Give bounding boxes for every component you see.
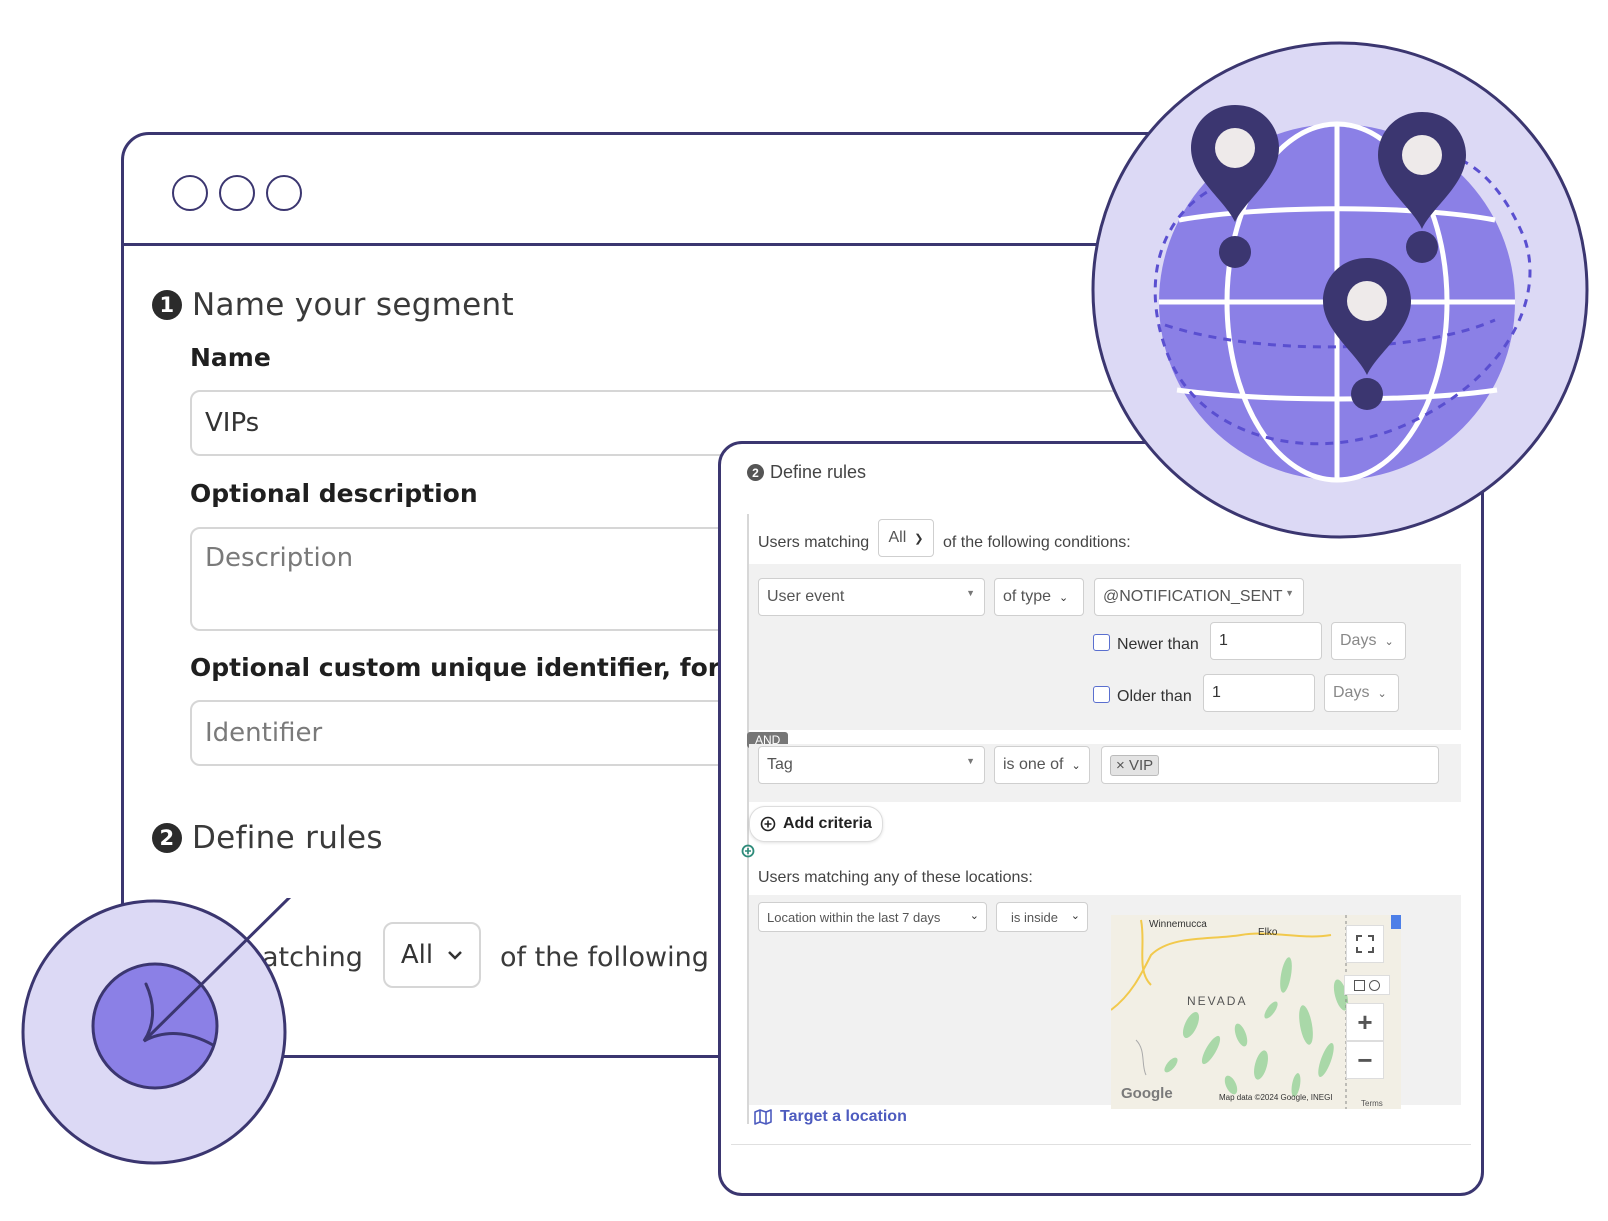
window-control-dot[interactable] — [172, 175, 208, 211]
event-type-select[interactable]: @NOTIFICATION_SENT ▼ — [1094, 578, 1304, 616]
tag-chip: × VIP — [1110, 754, 1160, 776]
map-label: Elko — [1258, 927, 1278, 938]
map-attribution: Map data ©2024 Google, INEGI — [1219, 1093, 1333, 1102]
map-terms-link[interactable]: Terms — [1361, 1099, 1383, 1108]
fullscreen-icon — [1356, 935, 1374, 953]
fullscreen-button[interactable] — [1346, 925, 1384, 963]
zoom-out-button[interactable]: − — [1346, 1041, 1384, 1079]
add-group-icon[interactable] — [741, 844, 755, 858]
description-placeholder: Description — [205, 543, 354, 573]
google-logo: Google — [1121, 1085, 1173, 1102]
tag-multiselect[interactable]: × VIP — [1101, 746, 1439, 784]
locations-label: Users matching any of these locations: — [758, 869, 1033, 886]
step-number-badge: 2 — [152, 823, 182, 853]
condition-field-select[interactable]: User event ▼ — [758, 578, 985, 616]
define-rules-panel: 2 Define rules Users matching All ❯ of t… — [718, 441, 1484, 1196]
chevron-down-icon: ⌄ — [1070, 910, 1080, 922]
input-value: 1 — [1219, 632, 1228, 649]
arrow-target-icon — [21, 898, 292, 1165]
step-2-heading: 2 Define rules — [152, 820, 383, 856]
condition-operator-select[interactable]: is one of ⌄ — [994, 746, 1090, 784]
target-location-label: Target a location — [780, 1108, 907, 1125]
window-control-dot[interactable] — [266, 175, 302, 211]
location-field-select[interactable]: Location within the last 7 days ⌄ — [758, 902, 987, 932]
chevron-down-icon: ⌄ — [1059, 591, 1069, 604]
select-value: @NOTIFICATION_SENT — [1103, 588, 1283, 605]
map-label: NEVADA — [1187, 994, 1248, 1008]
match-select[interactable]: All — [383, 922, 481, 988]
chevron-down-icon: ⌄ — [969, 910, 979, 922]
chevron-down-icon — [448, 951, 462, 960]
add-circle-icon — [760, 816, 776, 832]
chevron-down-icon: ⌄ — [1377, 687, 1387, 700]
window-control-dot[interactable] — [219, 175, 255, 211]
input-value: 1 — [1212, 684, 1221, 701]
select-value: Tag — [767, 756, 793, 773]
older-than-checkbox[interactable] — [1093, 686, 1110, 703]
users-matching-label: Users matching — [758, 534, 870, 551]
caret-icon: ▼ — [966, 756, 975, 766]
older-than-label: Older than — [1117, 688, 1192, 705]
location-map[interactable]: Winnemucca Elko NEVADA Google Map data ©… — [1111, 915, 1401, 1109]
caret-icon: ▼ — [966, 588, 975, 598]
select-value: is one of — [1003, 756, 1064, 773]
condition-field-select[interactable]: Tag ▼ — [758, 746, 985, 784]
define-rules-heading: 2 Define rules — [747, 462, 866, 483]
chevron-down-icon: ⌄ — [1384, 635, 1394, 648]
map-icon — [754, 1109, 772, 1125]
map-label: Winnemucca — [1149, 919, 1207, 930]
newer-than-label: Newer than — [1117, 636, 1199, 653]
identifier-placeholder: Identifier — [205, 718, 323, 748]
match-select-value: All — [888, 529, 907, 546]
select-value: Days — [1340, 632, 1377, 649]
description-label: Optional description — [190, 479, 478, 508]
circle-icon[interactable] — [1369, 979, 1380, 991]
select-value: Days — [1333, 684, 1370, 701]
select-value: Location within the last 7 days — [767, 909, 941, 925]
caret-icon: ▼ — [1285, 588, 1294, 598]
newer-than-option[interactable]: Newer than — [1093, 634, 1199, 654]
match-select[interactable]: All ❯ — [878, 519, 934, 557]
of-following-text: of the following — [500, 942, 709, 973]
location-operator-select[interactable]: is inside ⌄ — [996, 902, 1088, 932]
select-value: is inside — [1011, 909, 1058, 925]
step-number-badge: 2 — [747, 464, 764, 481]
chevron-down-icon: ⌄ — [1071, 759, 1081, 772]
chevron-down-icon: ❯ — [914, 532, 924, 545]
step-title: Define rules — [192, 820, 383, 856]
newer-than-input[interactable]: 1 — [1210, 622, 1322, 660]
older-than-unit-select[interactable]: Days ⌄ — [1324, 674, 1399, 712]
condition-operator-select[interactable]: of type ⌄ — [994, 578, 1084, 616]
condition-row-user-event: User event ▼ of type ⌄ @NOTIFICATION_SENT ▼… — [749, 564, 1461, 730]
newer-than-unit-select[interactable]: Days ⌄ — [1331, 622, 1406, 660]
select-value: User event — [767, 588, 845, 605]
identifier-label: Optional custom unique identifier, for u… — [190, 653, 762, 682]
name-input-value: VIPs — [205, 408, 260, 438]
rectangle-icon[interactable] — [1354, 979, 1365, 991]
add-criteria-label: Add criteria — [783, 815, 872, 832]
step-title: Name your segment — [192, 287, 514, 323]
step-1-heading: 1 Name your segment — [152, 287, 514, 323]
step-number-badge: 1 — [152, 290, 182, 320]
older-than-option[interactable]: Older than — [1093, 686, 1192, 706]
zoom-in-button[interactable]: + — [1346, 1003, 1384, 1041]
step-title: Define rules — [770, 462, 867, 482]
match-select-value: All — [400, 940, 434, 970]
draw-shape-control[interactable] — [1344, 975, 1390, 995]
condition-row-tag: Tag ▼ is one of ⌄ × VIP — [749, 744, 1461, 802]
name-label: Name — [190, 343, 271, 372]
window-titlebar — [124, 135, 1244, 246]
panel-divider — [731, 1144, 1471, 1145]
globe-icon — [1091, 41, 1589, 539]
older-than-input[interactable]: 1 — [1203, 674, 1315, 712]
add-criteria-button[interactable]: Add criteria — [749, 806, 883, 842]
target-location-link[interactable]: Target a location — [754, 1108, 907, 1126]
select-value: of type — [1003, 588, 1052, 605]
newer-than-checkbox[interactable] — [1093, 634, 1110, 651]
close-icon[interactable]: × — [1116, 757, 1125, 774]
tag-chip-label: VIP — [1128, 756, 1154, 774]
